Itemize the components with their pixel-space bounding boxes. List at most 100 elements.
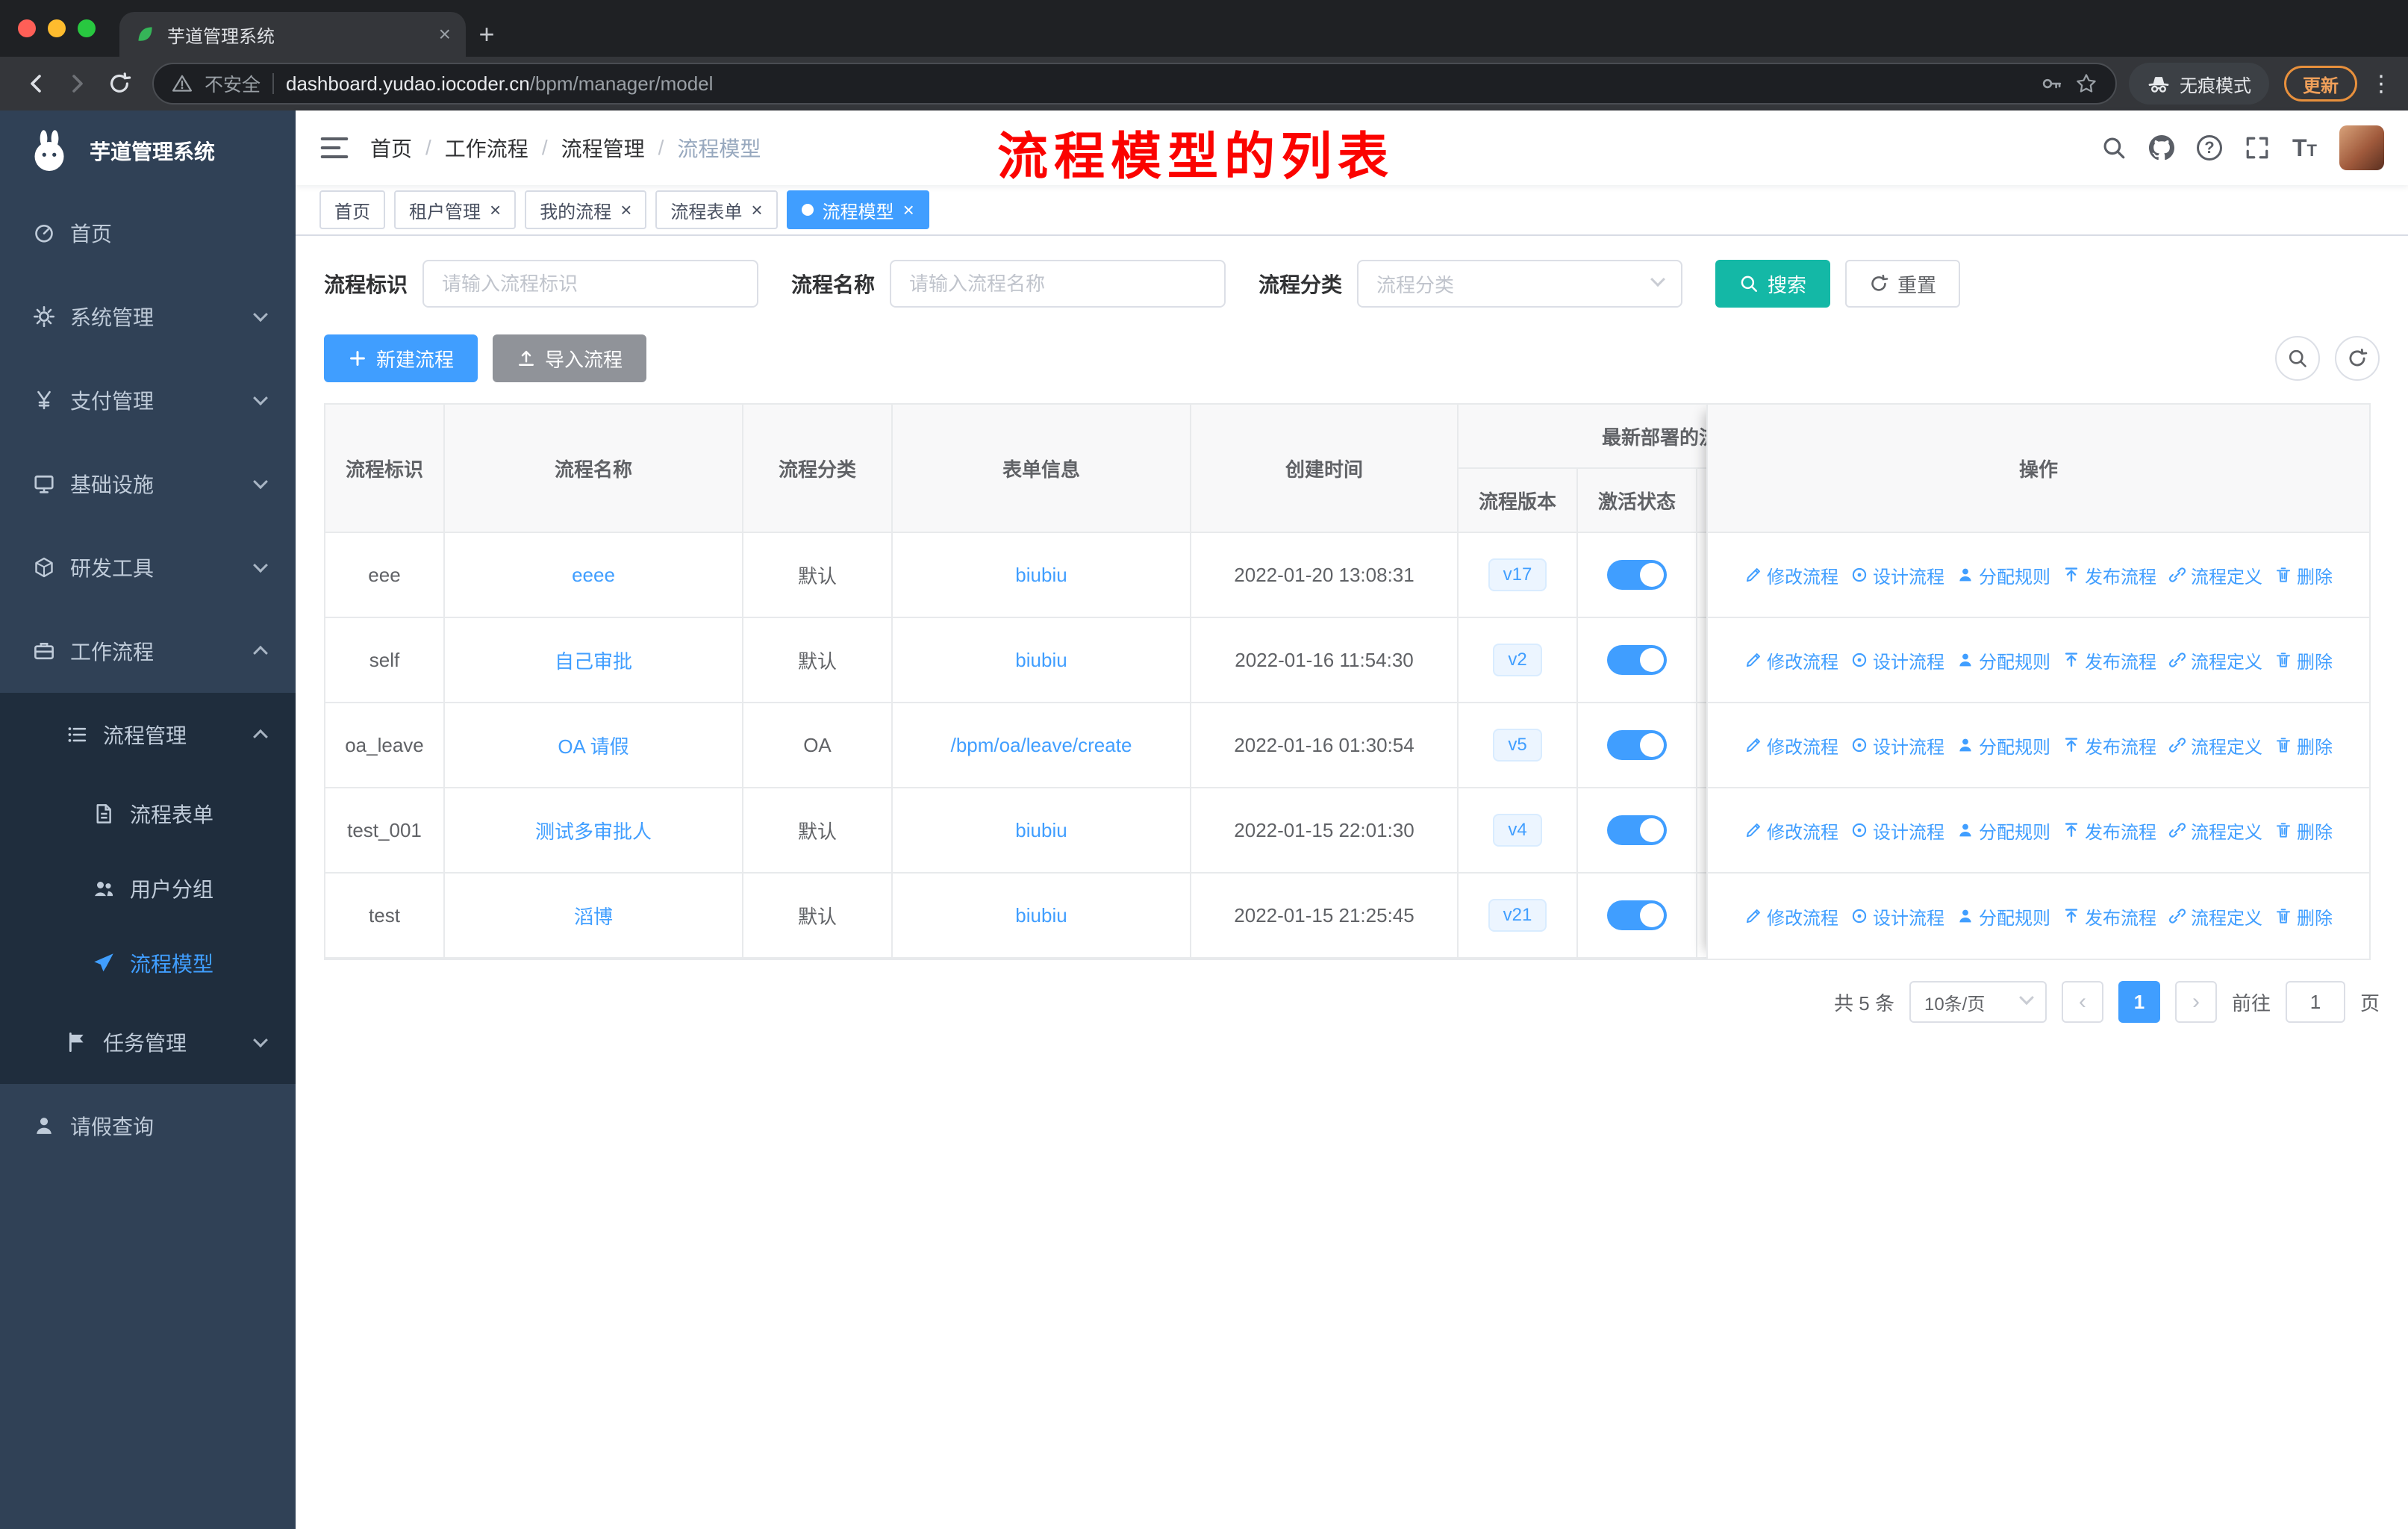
sidebar-item-workflow[interactable]: 工作流程 xyxy=(0,609,296,693)
browser-menu-icon[interactable]: ⋮ xyxy=(2369,71,2393,97)
modify-process-link[interactable]: 修改流程 xyxy=(1744,903,1838,929)
assign-rule-link[interactable]: 分配规则 xyxy=(1956,818,2050,844)
design-process-link[interactable]: 设计流程 xyxy=(1850,732,1944,759)
process-key-input[interactable] xyxy=(422,260,759,308)
close-icon[interactable]: × xyxy=(490,200,501,219)
assign-rule-link[interactable]: 分配规则 xyxy=(1956,647,2050,673)
modify-process-link[interactable]: 修改流程 xyxy=(1744,562,1838,588)
sidebar-item-home[interactable]: 首页 xyxy=(0,191,296,275)
window-close-button[interactable] xyxy=(18,19,36,37)
tab-close-icon[interactable]: × xyxy=(439,24,451,45)
process-definition-link[interactable]: 流程定义 xyxy=(2168,732,2262,759)
process-name-input[interactable] xyxy=(890,260,1226,308)
form-info-link[interactable]: /bpm/oa/leave/create xyxy=(951,734,1132,756)
modify-process-link[interactable]: 修改流程 xyxy=(1744,818,1838,844)
prev-page-button[interactable]: ‹ xyxy=(2061,981,2103,1023)
process-name-link[interactable]: 测试多审批人 xyxy=(535,820,652,843)
process-name-link[interactable]: 滔博 xyxy=(574,906,613,928)
publish-process-link[interactable]: 发布流程 xyxy=(2062,647,2156,673)
url-text[interactable]: dashboard.yudao.iocoder.cn/bpm/manager/m… xyxy=(286,72,2029,96)
active-toggle[interactable] xyxy=(1607,900,1667,930)
create-process-button[interactable]: 新建流程 xyxy=(324,334,478,382)
goto-page-input[interactable] xyxy=(2285,981,2345,1023)
reload-icon[interactable] xyxy=(99,63,140,105)
tag-process-form[interactable]: 流程表单 × xyxy=(655,190,778,229)
tag-my-process[interactable]: 我的流程 × xyxy=(525,190,647,229)
tag-home[interactable]: 首页 xyxy=(319,190,385,229)
page-size-select[interactable]: 10条/页 xyxy=(1909,981,2047,1023)
breadcrumb-home[interactable]: 首页 xyxy=(370,133,412,163)
form-info-link[interactable]: biubiu xyxy=(1015,819,1067,841)
close-icon[interactable]: × xyxy=(620,200,631,219)
hamburger-icon[interactable] xyxy=(319,133,349,163)
active-toggle[interactable] xyxy=(1607,560,1667,590)
back-icon[interactable] xyxy=(15,63,57,105)
assign-rule-link[interactable]: 分配规则 xyxy=(1956,732,2050,759)
process-name-link[interactable]: 自己审批 xyxy=(555,650,632,673)
process-name-link[interactable]: OA 请假 xyxy=(558,735,628,758)
breadcrumb-process-management[interactable]: 流程管理 xyxy=(561,133,645,163)
password-key-icon[interactable] xyxy=(2041,72,2063,95)
active-toggle[interactable] xyxy=(1607,730,1667,760)
toolbar-search-button[interactable] xyxy=(2275,336,2320,381)
design-process-link[interactable]: 设计流程 xyxy=(1850,647,1944,673)
active-toggle[interactable] xyxy=(1607,815,1667,845)
process-name-link[interactable]: eeee xyxy=(572,564,615,586)
avatar[interactable] xyxy=(2339,125,2384,170)
bookmark-star-icon[interactable] xyxy=(2075,72,2097,95)
close-icon[interactable]: × xyxy=(751,200,762,219)
sidebar-item-task-management[interactable]: 任务管理 xyxy=(0,1000,296,1084)
sidebar-item-leave-query[interactable]: 请假查询 xyxy=(0,1084,296,1168)
font-size-icon[interactable]: TT xyxy=(2292,134,2317,162)
reset-button[interactable]: 重置 xyxy=(1845,260,1961,308)
delete-link[interactable]: 删除 xyxy=(2274,562,2333,588)
delete-link[interactable]: 删除 xyxy=(2274,818,2333,844)
help-icon[interactable]: ? xyxy=(2197,135,2222,161)
active-toggle[interactable] xyxy=(1607,645,1667,675)
current-page-button[interactable]: 1 xyxy=(2118,981,2160,1023)
design-process-link[interactable]: 设计流程 xyxy=(1850,562,1944,588)
toolbar-refresh-button[interactable] xyxy=(2335,336,2380,381)
browser-tab[interactable]: 芋道管理系统 × xyxy=(119,12,466,57)
address-bar[interactable]: 不安全 dashboard.yudao.iocoder.cn/bpm/manag… xyxy=(152,63,2117,105)
fullscreen-icon[interactable] xyxy=(2245,135,2270,161)
publish-process-link[interactable]: 发布流程 xyxy=(2062,818,2156,844)
process-definition-link[interactable]: 流程定义 xyxy=(2168,647,2262,673)
sidebar-item-process-form[interactable]: 流程表单 xyxy=(0,776,296,851)
next-page-button[interactable]: › xyxy=(2174,981,2217,1023)
sidebar-item-process-model[interactable]: 流程模型 xyxy=(0,926,296,1000)
process-category-select[interactable]: 流程分类 xyxy=(1357,260,1683,308)
search-icon[interactable] xyxy=(2101,135,2127,161)
window-minimize-button[interactable] xyxy=(48,19,66,37)
search-button[interactable]: 搜索 xyxy=(1715,260,1831,308)
publish-process-link[interactable]: 发布流程 xyxy=(2062,903,2156,929)
process-definition-link[interactable]: 流程定义 xyxy=(2168,903,2262,929)
tag-process-model[interactable]: 流程模型 × xyxy=(786,190,929,229)
form-info-link[interactable]: biubiu xyxy=(1015,904,1067,927)
delete-link[interactable]: 删除 xyxy=(2274,647,2333,673)
security-label[interactable]: 不安全 xyxy=(205,70,261,97)
sidebar-item-infrastructure[interactable]: 基础设施 xyxy=(0,442,296,526)
forward-icon[interactable] xyxy=(57,63,99,105)
design-process-link[interactable]: 设计流程 xyxy=(1850,818,1944,844)
window-zoom-button[interactable] xyxy=(78,19,96,37)
modify-process-link[interactable]: 修改流程 xyxy=(1744,732,1838,759)
browser-update-button[interactable]: 更新 xyxy=(2284,66,2357,102)
publish-process-link[interactable]: 发布流程 xyxy=(2062,732,2156,759)
delete-link[interactable]: 删除 xyxy=(2274,732,2333,759)
publish-process-link[interactable]: 发布流程 xyxy=(2062,562,2156,588)
breadcrumb-workflow[interactable]: 工作流程 xyxy=(445,133,528,163)
process-definition-link[interactable]: 流程定义 xyxy=(2168,818,2262,844)
tag-tenant[interactable]: 租户管理 × xyxy=(394,190,517,229)
modify-process-link[interactable]: 修改流程 xyxy=(1744,647,1838,673)
github-icon[interactable] xyxy=(2149,135,2174,161)
process-definition-link[interactable]: 流程定义 xyxy=(2168,562,2262,588)
close-icon[interactable]: × xyxy=(903,200,914,219)
sidebar-item-system[interactable]: 系统管理 xyxy=(0,275,296,358)
sidebar-item-devtools[interactable]: 研发工具 xyxy=(0,526,296,609)
sidebar-item-payment[interactable]: 支付管理 xyxy=(0,358,296,442)
design-process-link[interactable]: 设计流程 xyxy=(1850,903,1944,929)
form-info-link[interactable]: biubiu xyxy=(1015,649,1067,671)
sidebar-item-process-management[interactable]: 流程管理 xyxy=(0,693,296,776)
form-info-link[interactable]: biubiu xyxy=(1015,564,1067,586)
